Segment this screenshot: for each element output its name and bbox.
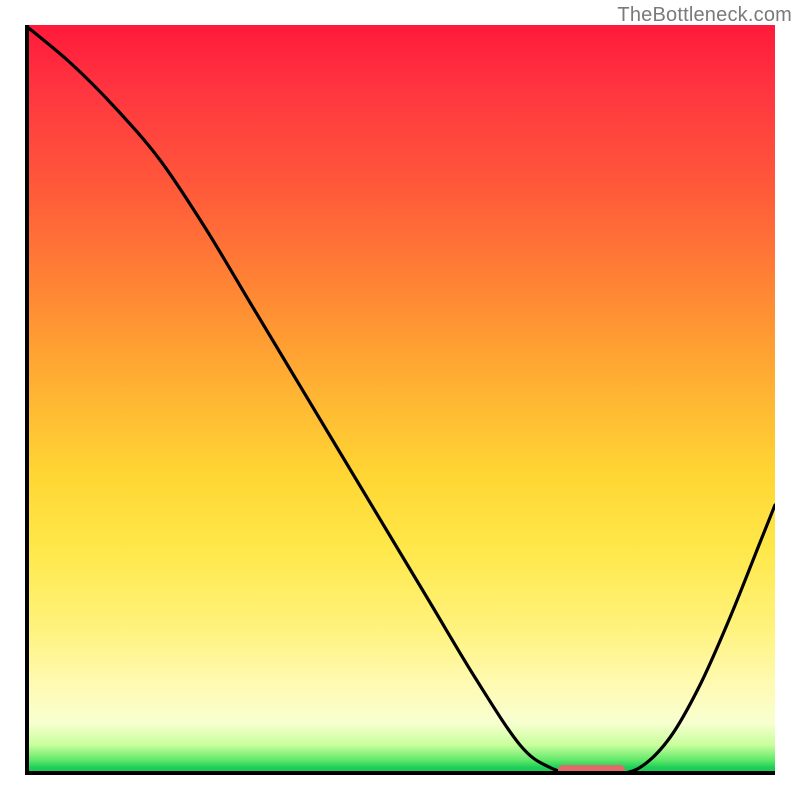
optimum-range-marker [558, 765, 626, 775]
bottleneck-curve [25, 25, 775, 775]
plot-area [25, 25, 775, 775]
bottleneck-chart: TheBottleneck.com [0, 0, 800, 800]
watermark-text: TheBottleneck.com [617, 4, 792, 27]
